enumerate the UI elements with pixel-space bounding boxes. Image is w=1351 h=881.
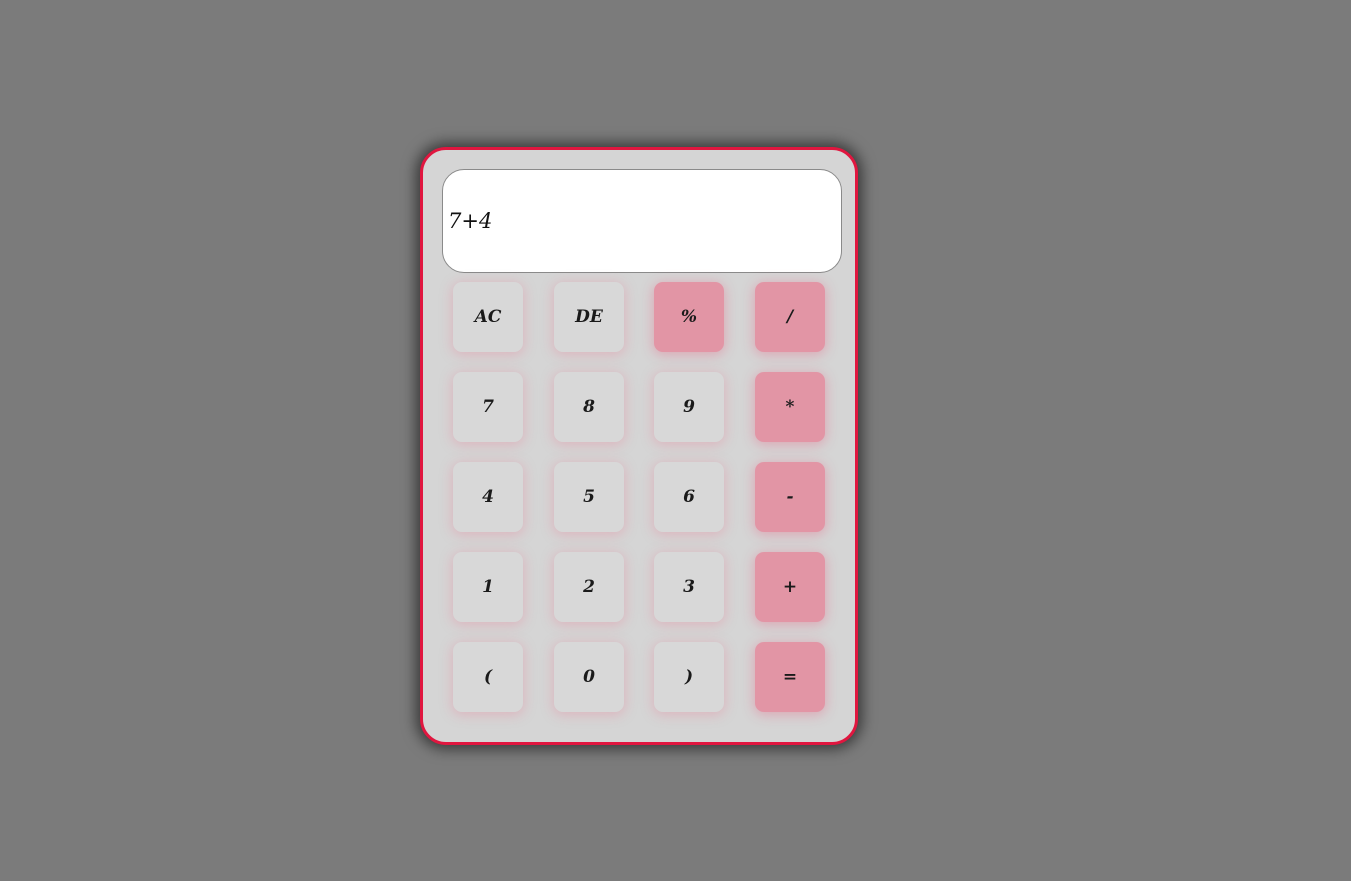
digit-5-button[interactable]: 5 — [554, 462, 624, 532]
calculator-display: 7+4 — [442, 169, 842, 273]
digit-9-button[interactable]: 9 — [654, 372, 724, 442]
digit-4-button[interactable]: 4 — [453, 462, 523, 532]
digit-6-button[interactable]: 6 — [654, 462, 724, 532]
multiply-button[interactable]: * — [755, 372, 825, 442]
calculator: 7+4 AC DE % / 7 8 9 * 4 5 6 - 1 2 3 + ( … — [420, 147, 858, 745]
digit-7-button[interactable]: 7 — [453, 372, 523, 442]
digit-3-button[interactable]: 3 — [654, 552, 724, 622]
keypad: AC DE % / 7 8 9 * 4 5 6 - 1 2 3 + ( 0 ) … — [453, 282, 827, 714]
divide-button[interactable]: / — [755, 282, 825, 352]
percent-button[interactable]: % — [654, 282, 724, 352]
digit-1-button[interactable]: 1 — [453, 552, 523, 622]
digit-8-button[interactable]: 8 — [554, 372, 624, 442]
close-paren-button[interactable]: ) — [654, 642, 724, 712]
equals-button[interactable]: = — [755, 642, 825, 712]
add-button[interactable]: + — [755, 552, 825, 622]
subtract-button[interactable]: - — [755, 462, 825, 532]
delete-button[interactable]: DE — [554, 282, 624, 352]
display-value: 7+4 — [448, 209, 493, 233]
digit-2-button[interactable]: 2 — [554, 552, 624, 622]
digit-0-button[interactable]: 0 — [554, 642, 624, 712]
open-paren-button[interactable]: ( — [453, 642, 523, 712]
clear-all-button[interactable]: AC — [453, 282, 523, 352]
